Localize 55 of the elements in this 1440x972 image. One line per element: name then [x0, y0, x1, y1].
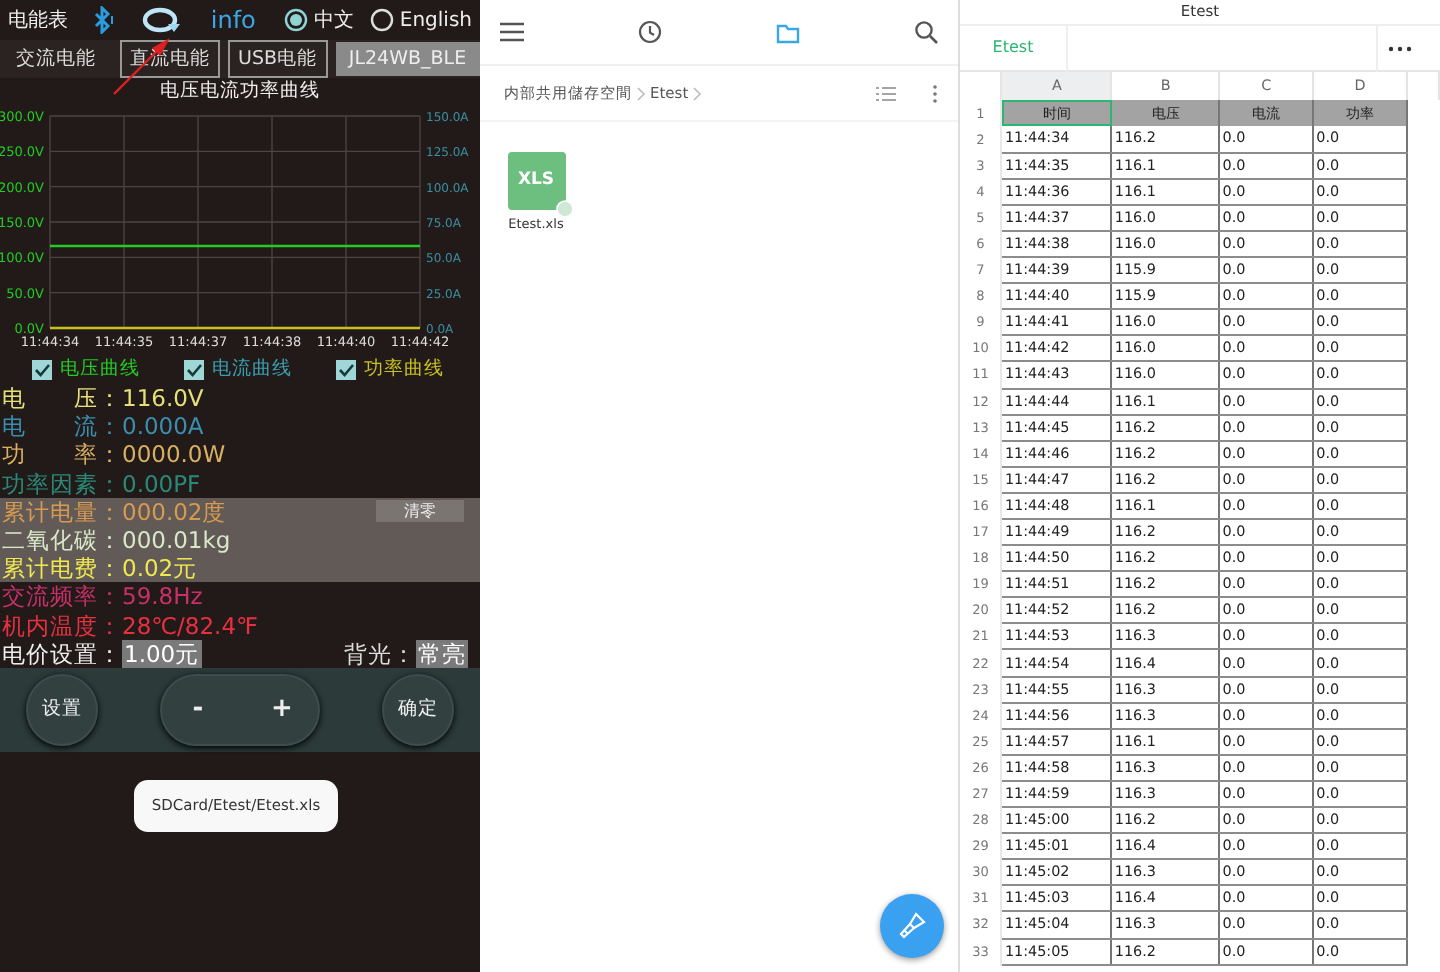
reading-label: 交流频率： — [2, 582, 122, 612]
app-title: 电能表 — [8, 7, 68, 35]
reading-label: 电 压： — [2, 384, 122, 413]
backlight-field[interactable]: 常亮 — [416, 639, 468, 668]
checkbox[interactable] — [184, 360, 204, 380]
info-link[interactable]: info — [210, 2, 256, 38]
more-icon[interactable] — [1387, 45, 1411, 51]
radio-icon[interactable] — [369, 8, 394, 32]
reading-value: 0.02元 — [122, 554, 198, 583]
reading-label: 电 流： — [2, 412, 122, 441]
search-icon[interactable] — [914, 20, 938, 44]
legend-label: 电压曲线 — [60, 355, 140, 384]
reading-value: 0.00PF — [122, 469, 201, 498]
reading-value: 59.8Hz — [122, 582, 203, 612]
device-name: JL24WB_BLE — [335, 42, 480, 76]
reading-value: 000.02度 — [122, 497, 227, 526]
setting-label: 背光： — [344, 639, 416, 668]
chart-title: 电压电流功率曲线 — [158, 78, 322, 104]
reading-label: 机内温度： — [2, 611, 122, 640]
clean-button[interactable] — [880, 894, 944, 958]
radio-icon[interactable] — [283, 8, 308, 32]
bluetooth-icon[interactable] — [90, 6, 115, 34]
reading-value: 0.000A — [122, 412, 204, 441]
reading-value: 0000.0W — [122, 440, 226, 470]
mode-tab[interactable]: 交流电能 — [6, 40, 106, 78]
checkbox[interactable] — [32, 360, 52, 380]
status-dot-icon — [556, 200, 574, 218]
legend-label: 电流曲线 — [212, 355, 292, 384]
mode-tab[interactable]: USB电能 — [228, 40, 328, 78]
reading-label: 二氧化碳： — [2, 525, 122, 555]
chevron-icon — [692, 85, 703, 101]
reading-label: 累计电量： — [2, 497, 122, 526]
folder-icon[interactable] — [776, 21, 800, 43]
language-label[interactable]: 中文 — [313, 5, 354, 35]
reading-label: 功 率： — [2, 440, 122, 470]
brush-icon — [898, 912, 926, 940]
checkbox[interactable] — [336, 360, 356, 380]
reading-label: 累计电费： — [2, 554, 122, 583]
sync-icon[interactable] — [142, 6, 183, 34]
reading-value: 116.0V — [122, 384, 204, 413]
language-label[interactable]: English — [399, 5, 472, 35]
confirm-button[interactable]: 确定 — [382, 673, 454, 746]
price-field[interactable]: 1.00元 — [122, 639, 202, 668]
minus-button[interactable]: - — [162, 675, 234, 744]
settings-button[interactable]: 设置 — [26, 673, 98, 746]
setting-label: 电价设置： — [2, 639, 122, 668]
legend-label: 功率曲线 — [364, 355, 444, 384]
reading-value: 000.01kg — [122, 525, 231, 555]
clock-icon[interactable] — [638, 20, 662, 44]
reading-value: 28℃/82.4℉ — [122, 611, 258, 640]
menu-icon[interactable] — [500, 22, 524, 42]
clear-button[interactable]: 清零 — [376, 500, 464, 523]
chevron-icon — [636, 85, 646, 101]
plus-button[interactable]: + — [246, 675, 318, 744]
reading-label: 功率因素： — [2, 469, 122, 498]
